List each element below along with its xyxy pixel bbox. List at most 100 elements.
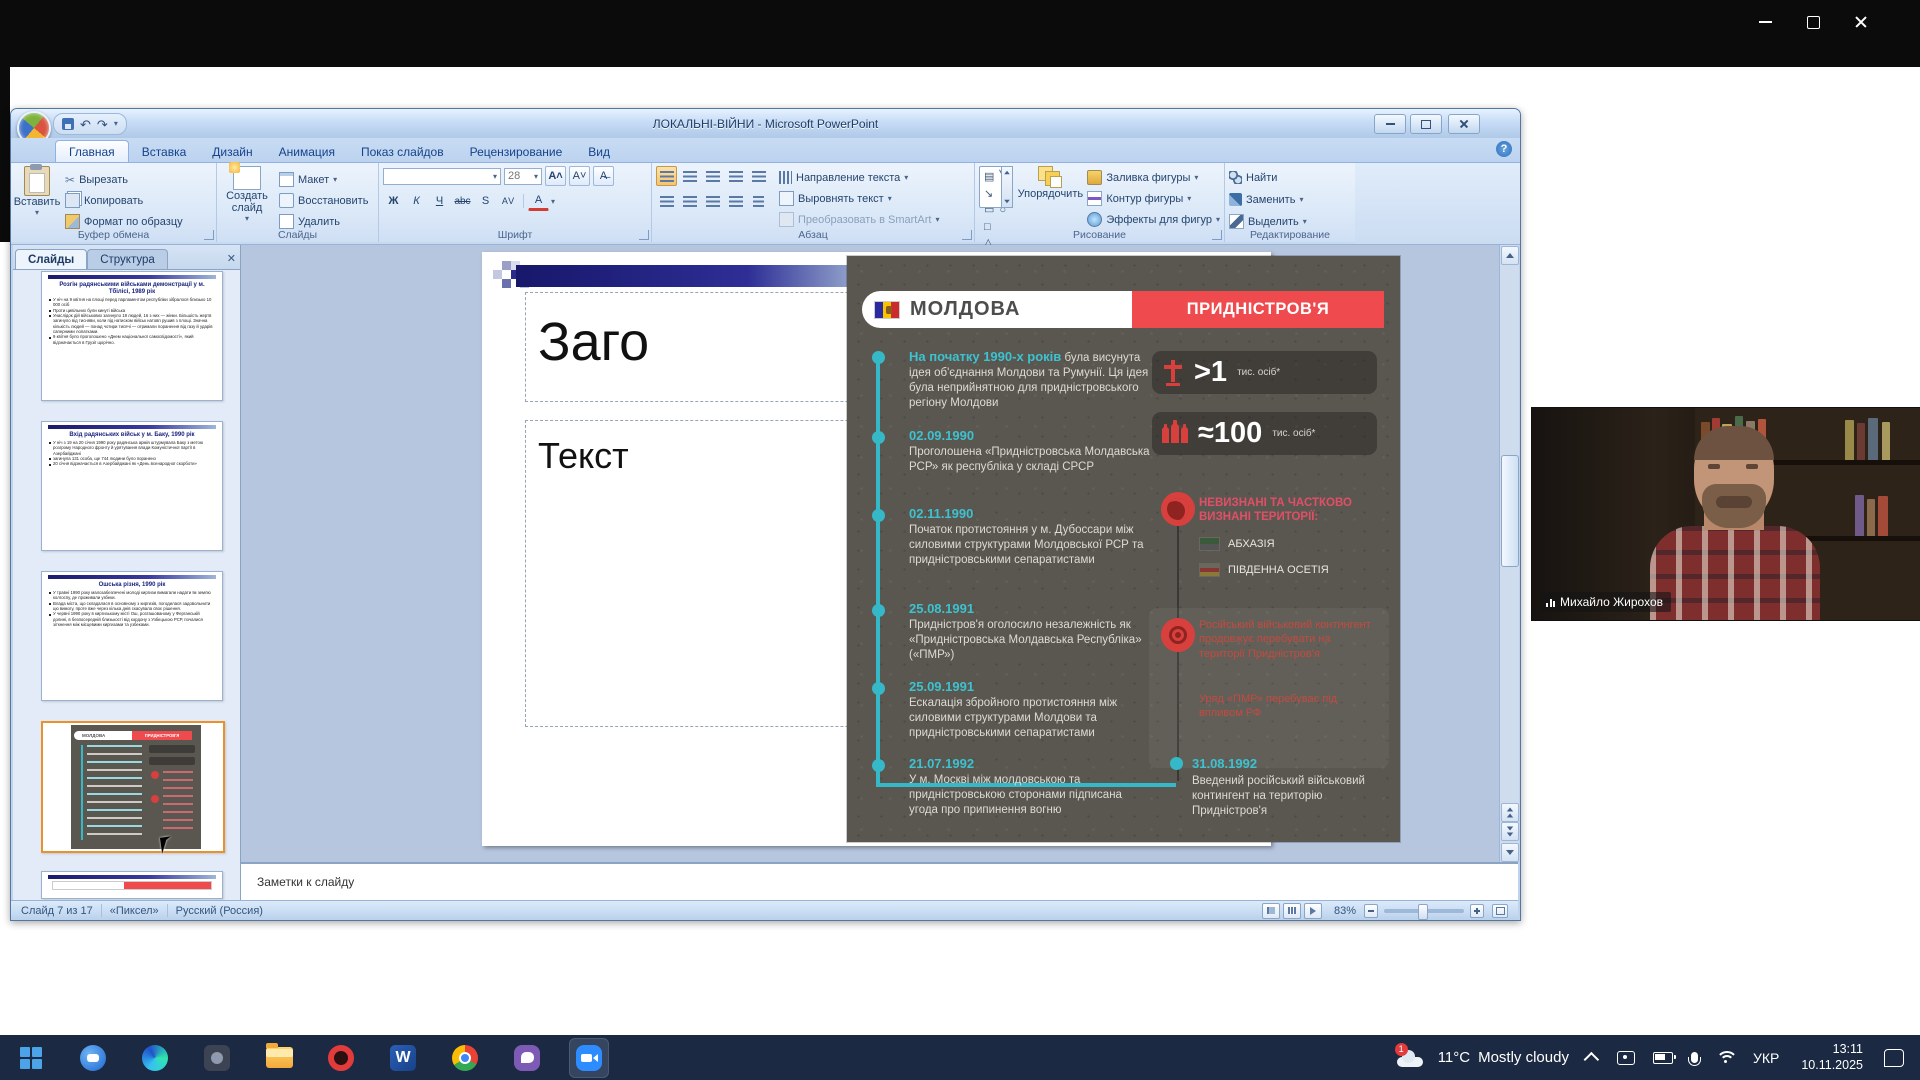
font-size-input[interactable]: 28▾ — [504, 168, 542, 185]
strikethrough-button[interactable]: abc — [452, 191, 473, 211]
underline-button[interactable]: Ч — [429, 191, 450, 211]
clear-formatting-button[interactable]: A̶ — [593, 166, 614, 186]
weather-temperature[interactable]: 11°C — [1438, 1049, 1470, 1066]
bullets-button[interactable] — [656, 166, 677, 186]
taskbar-chrome[interactable] — [445, 1038, 485, 1078]
tab-view[interactable]: Вид — [575, 141, 623, 162]
tab-slideshow[interactable]: Показ слайдов — [348, 141, 457, 162]
decrease-indent-button[interactable] — [702, 166, 723, 186]
reset-button[interactable]: Восстановить — [279, 191, 368, 210]
tab-slides-thumbnails[interactable]: Слайды — [15, 249, 87, 269]
taskbar-zoom-active[interactable] — [569, 1038, 609, 1078]
slide-thumbnail-5[interactable]: 5 Вхід радянських військ у м. Баку, 1990… — [41, 421, 223, 551]
undo-button[interactable]: ↶ — [80, 118, 91, 131]
align-left-button[interactable] — [656, 191, 677, 211]
slide-sorter-button[interactable] — [1283, 903, 1301, 919]
taskbar-clock[interactable]: 13:11 10.11.2025 — [1801, 1042, 1863, 1073]
language-indicator[interactable]: Русский (Россия) — [176, 905, 263, 917]
text-direction-button[interactable]: Направление текста▾ — [779, 168, 939, 187]
shapes-scrollbar[interactable] — [1001, 166, 1013, 208]
taskbar-file-explorer[interactable] — [259, 1038, 299, 1078]
slideshow-button[interactable] — [1304, 903, 1322, 919]
taskbar-viber[interactable] — [507, 1038, 547, 1078]
tab-home[interactable]: Главная — [55, 140, 129, 162]
shape-effects-button[interactable]: Эффекты для фигур▾ — [1087, 210, 1220, 229]
tray-microphone[interactable] — [1691, 1052, 1698, 1063]
notes-pane[interactable]: Заметки к слайду — [241, 862, 1518, 900]
find-button[interactable]: Найти — [1229, 168, 1351, 187]
panel-close-icon[interactable]: ✕ — [227, 252, 236, 265]
italic-button[interactable]: К — [406, 191, 427, 211]
increase-indent-button[interactable] — [725, 166, 746, 186]
scroll-down-button[interactable] — [1501, 843, 1519, 862]
notification-center-button[interactable] — [1884, 1049, 1904, 1067]
tray-wifi[interactable] — [1716, 1051, 1734, 1064]
zoom-out-button[interactable] — [1364, 904, 1378, 918]
layout-button[interactable]: Макет▾ — [279, 170, 368, 189]
tab-outline[interactable]: Структура — [87, 249, 168, 269]
window-close-button[interactable] — [1838, 2, 1884, 42]
window-restore-button[interactable] — [1790, 2, 1836, 42]
zoom-slider[interactable] — [1384, 909, 1464, 913]
slide-thumbnail-6[interactable]: 6 Ошська різня, 1990 рік У травні 1990 р… — [41, 571, 223, 701]
save-icon[interactable] — [62, 118, 74, 130]
font-dialog-launcher[interactable] — [639, 230, 649, 240]
shape-fill-button[interactable]: Заливка фигуры▾ — [1087, 168, 1220, 187]
tab-design[interactable]: Дизайн — [199, 141, 265, 162]
copy-button[interactable]: Копировать — [65, 191, 183, 210]
taskbar-word[interactable]: W — [383, 1038, 423, 1078]
participant-video[interactable]: Михайло Жирохов — [1532, 408, 1920, 620]
weather-widget[interactable]: 1 — [1395, 1049, 1425, 1067]
smartart-button[interactable]: Преобразовать в SmartArt▾ — [779, 210, 939, 229]
scroll-up-button[interactable] — [1501, 246, 1519, 265]
character-spacing-button[interactable]: AV — [498, 191, 519, 211]
zoom-slider-thumb[interactable] — [1418, 904, 1428, 920]
next-slide-button[interactable] — [1501, 822, 1519, 841]
shrink-font-button[interactable]: A˅ — [569, 166, 590, 186]
font-name-input[interactable]: ▾ — [383, 168, 501, 185]
ppt-close-button[interactable] — [1448, 114, 1480, 134]
align-text-button[interactable]: Выровнять текст▾ — [779, 189, 939, 208]
slide-thumbnail-8[interactable]: 8 — [41, 871, 223, 899]
numbering-button[interactable] — [679, 166, 700, 186]
arrange-button[interactable]: Упорядочить — [1019, 166, 1081, 229]
align-right-button[interactable] — [702, 191, 723, 211]
fit-to-window-button[interactable] — [1492, 904, 1508, 918]
taskbar-opera[interactable] — [321, 1038, 361, 1078]
replace-button[interactable]: Заменить▾ — [1229, 190, 1351, 209]
line-spacing-button[interactable] — [748, 166, 769, 186]
shapes-gallery[interactable]: ▤ ╲ ↘ ▭ ○ □ △ ∟ ⌐ ⇨ ⇩ ◇ — [979, 166, 1013, 208]
keyboard-language[interactable]: УКР — [1753, 1050, 1779, 1066]
ppt-maximize-button[interactable] — [1410, 114, 1442, 134]
grow-font-button[interactable]: A˄ — [545, 166, 566, 186]
tab-animation[interactable]: Анимация — [266, 141, 348, 162]
new-slide-button[interactable]: Создать слайд ▾ — [221, 166, 273, 231]
caret-down-icon[interactable]: ▾ — [551, 197, 555, 206]
tray-cast-indicator[interactable] — [1617, 1051, 1635, 1065]
taskbar-chat-app[interactable] — [73, 1038, 113, 1078]
shape-outline-button[interactable]: Контур фигуры▾ — [1087, 189, 1220, 208]
paste-button[interactable]: Вставить ▾ — [15, 166, 59, 231]
editing-scrollbar[interactable] — [1499, 245, 1519, 862]
normal-view-button[interactable] — [1262, 903, 1280, 919]
slide-thumbnail-4[interactable]: 4 Розгін радянськими військами демонстра… — [41, 271, 223, 401]
start-button[interactable] — [11, 1038, 51, 1078]
tab-insert[interactable]: Вставка — [129, 141, 200, 162]
qat-dropdown-icon[interactable]: ▾ — [114, 120, 118, 128]
slide-canvas[interactable]: Заго Текст МОЛДОВА ПРИДНІСТРОВ'Я На поча… — [482, 252, 1271, 846]
help-icon[interactable]: ? — [1496, 141, 1512, 157]
taskbar-app-gray[interactable] — [197, 1038, 237, 1078]
font-color-button[interactable]: А — [528, 192, 549, 211]
slide-thumbnail-7-selected[interactable]: 7 МОЛДОВА ПРИДНІСТРОВ'Я — [41, 721, 225, 853]
tray-expand-chevron[interactable] — [1588, 1052, 1599, 1063]
text-shadow-button[interactable]: S — [475, 191, 496, 211]
zoom-in-button[interactable] — [1470, 904, 1484, 918]
bold-button[interactable]: Ж — [383, 191, 404, 211]
previous-slide-button[interactable] — [1501, 803, 1519, 822]
scrollbar-thumb[interactable] — [1501, 455, 1519, 567]
drawing-dialog-launcher[interactable] — [1212, 230, 1222, 240]
justify-button[interactable] — [725, 191, 746, 211]
tray-battery[interactable] — [1653, 1052, 1673, 1064]
tab-review[interactable]: Рецензирование — [457, 141, 576, 162]
ppt-minimize-button[interactable] — [1374, 114, 1406, 134]
